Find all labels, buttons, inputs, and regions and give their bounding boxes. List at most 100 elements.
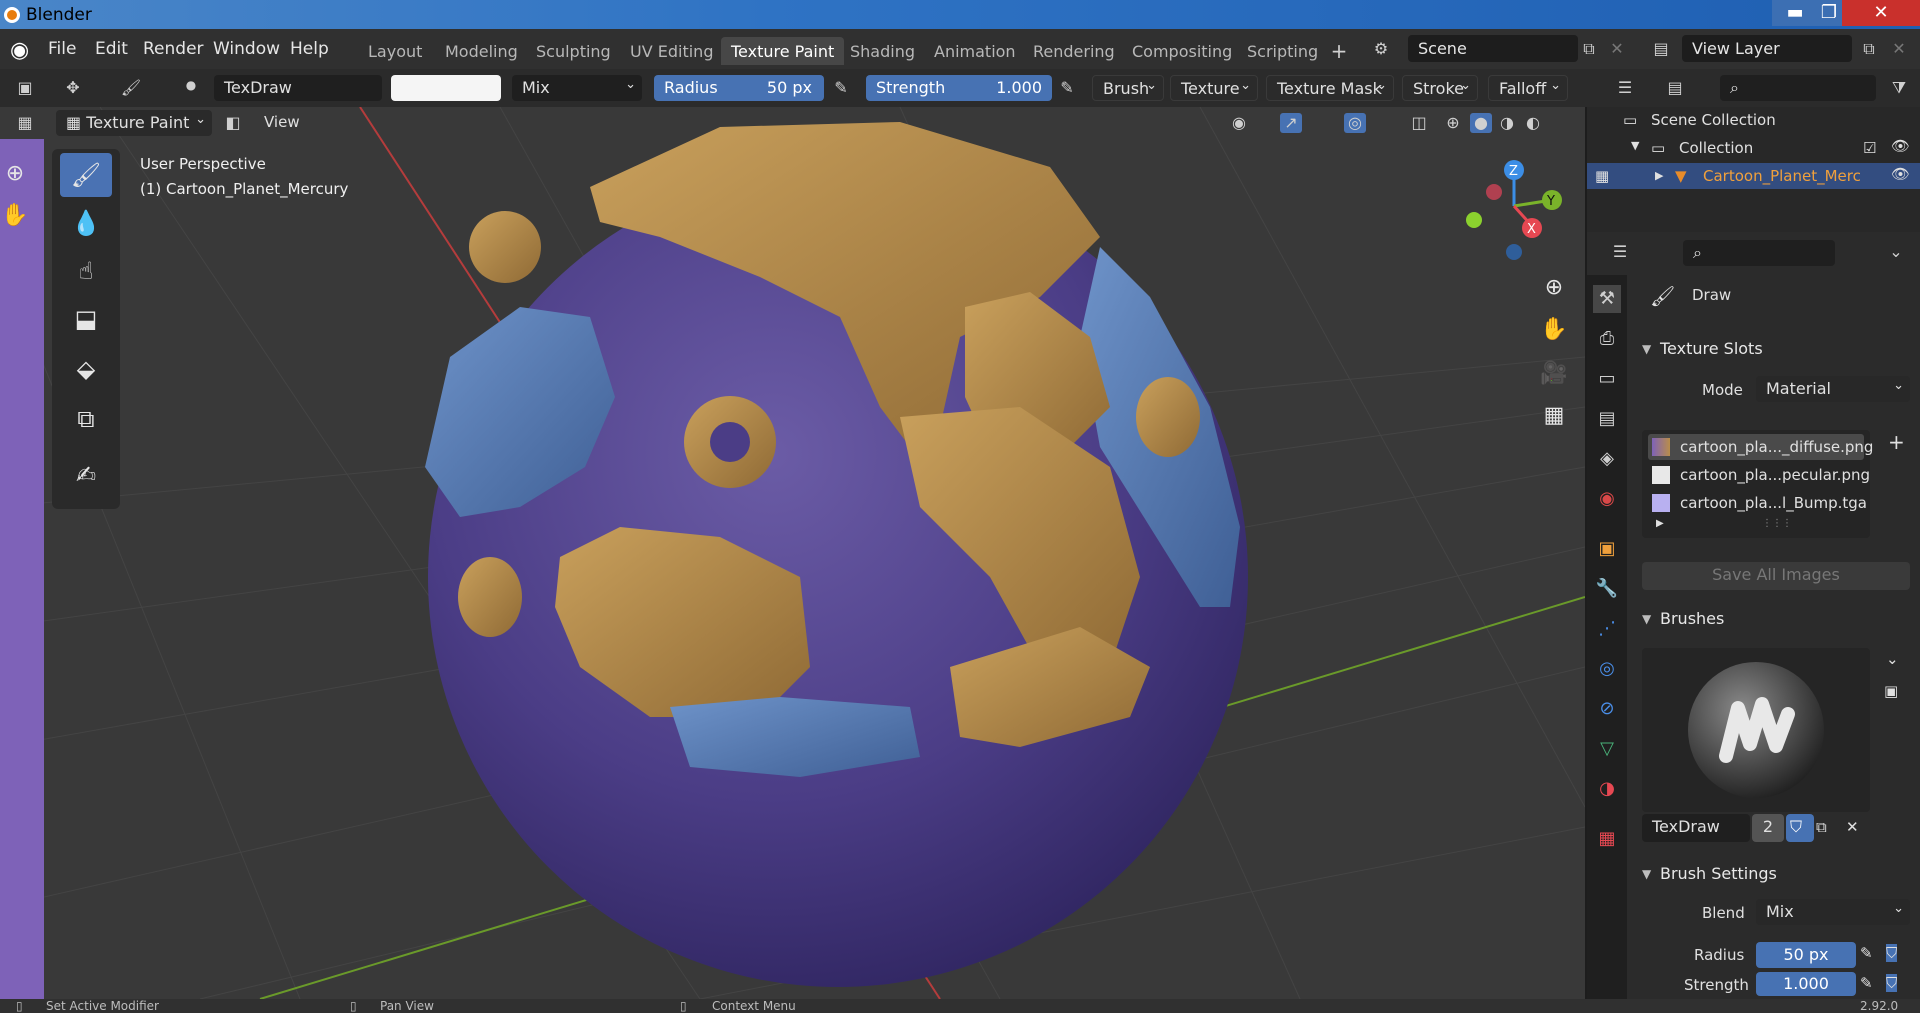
- output-tab-icon[interactable]: ▭: [1593, 365, 1621, 393]
- list-resize-handle[interactable]: ⋮⋮⋮: [1762, 518, 1792, 529]
- strength-pressure-icon[interactable]: ✎: [1056, 78, 1078, 98]
- texture-slot-item[interactable]: cartoon_pla...l_Bump.tga: [1648, 490, 1867, 516]
- physics-tab-icon[interactable]: ◎: [1593, 655, 1621, 683]
- tab-compositing[interactable]: Compositing: [1122, 37, 1242, 65]
- brush-color-swatch[interactable]: [391, 75, 501, 101]
- new-view-layer-icon[interactable]: ⧉: [1858, 39, 1880, 59]
- chevron-down-icon[interactable]: ⌄: [1885, 242, 1907, 262]
- mode-selector[interactable]: ▦ Texture Paint ⌄: [56, 110, 212, 136]
- delete-scene-icon[interactable]: ✕: [1606, 39, 1628, 59]
- tab-texture-paint[interactable]: Texture Paint: [721, 37, 845, 65]
- eye-icon[interactable]: 👁: [1891, 165, 1910, 183]
- radius-slider[interactable]: Radius 50 px: [654, 75, 824, 101]
- brushes-title[interactable]: Brushes: [1660, 609, 1724, 628]
- tab-uv-editing[interactable]: UV Editing: [620, 37, 723, 65]
- view-layer-selector-icon[interactable]: ▤: [1650, 39, 1672, 59]
- stroke-menu[interactable]: Stroke ⌄: [1402, 75, 1478, 101]
- ortho-grid-icon[interactable]: ▦: [1536, 398, 1572, 434]
- scene-name-field[interactable]: Scene: [1408, 35, 1578, 62]
- overlays-toggle-icon[interactable]: ◎: [1344, 113, 1366, 133]
- modifier-tab-icon[interactable]: 🔧: [1593, 575, 1621, 603]
- world-tab-icon[interactable]: ◉: [1593, 485, 1621, 513]
- exclude-checkbox-icon[interactable]: ☑: [1863, 139, 1876, 157]
- tab-scripting[interactable]: Scripting: [1237, 37, 1328, 65]
- collapse-triangle-icon[interactable]: ▼: [1642, 612, 1651, 626]
- material-tab-icon[interactable]: ◑: [1593, 775, 1621, 803]
- scene-selector-icon[interactable]: ⚙: [1370, 39, 1392, 59]
- clone-tool-icon[interactable]: ⬓: [60, 297, 112, 341]
- smear-tool-icon[interactable]: ☝: [60, 249, 112, 293]
- texture-tab-icon[interactable]: ▦: [1593, 825, 1621, 853]
- object-tab-icon[interactable]: ▣: [1593, 535, 1621, 563]
- outliner-row-selected[interactable]: ▦ ▶ ▼ Cartoon_Planet_Merc 👁: [1587, 163, 1920, 189]
- tool-mode-icon[interactable]: ✥: [62, 78, 84, 98]
- axis-gizmo[interactable]: Z Y X: [1456, 156, 1576, 266]
- outliner-collection[interactable]: Collection: [1679, 139, 1753, 157]
- expand-triangle-icon[interactable]: ▶: [1655, 169, 1663, 182]
- material-shading-icon[interactable]: ◑: [1496, 113, 1518, 133]
- tab-sculpting[interactable]: Sculpting: [526, 37, 621, 65]
- rendered-shading-icon[interactable]: ◐: [1522, 113, 1544, 133]
- mask-toggle-icon[interactable]: ◧: [222, 113, 244, 133]
- scene-tab-icon[interactable]: ◈: [1593, 445, 1621, 473]
- blend-dropdown[interactable]: Mix ⌄: [1756, 899, 1910, 925]
- display-mode-icon[interactable]: ▤: [1664, 78, 1686, 98]
- menu-render[interactable]: Render: [143, 39, 204, 59]
- radius-pressure-icon[interactable]: ✎: [1860, 944, 1873, 962]
- gizmo-toggle-icon[interactable]: ↗: [1280, 113, 1302, 133]
- fill-tool-icon[interactable]: ⬙: [60, 347, 112, 391]
- texture-slots-title[interactable]: Texture Slots: [1660, 339, 1763, 358]
- radius-unit-icon[interactable]: ⛉: [1886, 944, 1898, 962]
- tab-rendering[interactable]: Rendering: [1023, 37, 1125, 65]
- tab-layout[interactable]: Layout: [358, 37, 432, 65]
- strength-pressure-icon[interactable]: ✎: [1860, 974, 1873, 992]
- outliner-search-input[interactable]: ⌕: [1720, 75, 1876, 101]
- pan-hand-icon[interactable]: ✋: [1536, 312, 1572, 348]
- outliner-scene-collection[interactable]: Scene Collection: [1651, 111, 1776, 129]
- brush-menu[interactable]: Brush ⌄: [1092, 75, 1164, 101]
- falloff-menu[interactable]: Falloff ⌄: [1488, 75, 1568, 101]
- zoom-icon[interactable]: ⊕: [1536, 270, 1572, 306]
- xray-toggle-icon[interactable]: ◫: [1408, 113, 1430, 133]
- close-button[interactable]: ✕: [1842, 0, 1920, 26]
- properties-type-icon[interactable]: ☰: [1609, 242, 1631, 262]
- brush-image-icon[interactable]: ▣: [1884, 682, 1898, 700]
- collapse-triangle-icon[interactable]: ▼: [1642, 342, 1651, 356]
- particles-tab-icon[interactable]: ⋰: [1593, 615, 1621, 643]
- delete-view-layer-icon[interactable]: ✕: [1888, 39, 1910, 59]
- brush-preview[interactable]: [1642, 648, 1870, 812]
- filter-icon[interactable]: ⧩: [1888, 78, 1910, 98]
- expand-triangle-icon[interactable]: ▼: [1631, 139, 1639, 152]
- fake-user-shield-icon[interactable]: ⛉: [1786, 814, 1814, 842]
- data-tab-icon[interactable]: ▽: [1593, 735, 1621, 763]
- navigate-icon[interactable]: ⊕: [0, 156, 30, 192]
- collapse-triangle-icon[interactable]: ▼: [1642, 867, 1651, 881]
- strength-slider[interactable]: Strength 1.000: [866, 75, 1052, 101]
- tool-tab-icon[interactable]: ⚒: [1593, 285, 1621, 313]
- unlink-brush-icon[interactable]: ✕: [1846, 818, 1859, 836]
- texture-menu[interactable]: Texture ⌄: [1170, 75, 1258, 101]
- menu-file[interactable]: File: [48, 39, 76, 59]
- checker-icon[interactable]: ▦: [14, 113, 36, 133]
- outliner-object-name[interactable]: Cartoon_Planet_Merc: [1703, 167, 1861, 185]
- brush-users-count[interactable]: 2: [1752, 814, 1784, 842]
- constraints-tab-icon[interactable]: ⊘: [1593, 695, 1621, 723]
- render-tab-icon[interactable]: ⎙: [1593, 325, 1621, 353]
- solid-shading-icon[interactable]: ●: [1470, 113, 1492, 133]
- brush-name-field[interactable]: TexDraw: [1642, 814, 1750, 842]
- chevron-down-icon[interactable]: ⌄: [1886, 650, 1899, 668]
- eye-icon[interactable]: 👁: [1891, 137, 1910, 155]
- texture-slot-item[interactable]: cartoon_pla...pecular.png: [1648, 462, 1870, 488]
- view-layer-tab-icon[interactable]: ▤: [1593, 405, 1621, 433]
- wireframe-shading-icon[interactable]: ⊕: [1442, 113, 1464, 133]
- duplicate-brush-icon[interactable]: ⧉: [1816, 818, 1827, 836]
- 3d-viewport[interactable]: [0, 107, 1585, 999]
- strength-unit-icon[interactable]: ⛉: [1886, 974, 1898, 992]
- view-layer-field[interactable]: View Layer: [1682, 35, 1852, 62]
- mode-dropdown[interactable]: Material ⌄: [1756, 376, 1910, 402]
- radius-pressure-icon[interactable]: ✎: [830, 78, 852, 98]
- menu-help[interactable]: Help: [290, 39, 329, 59]
- draw-tool-icon[interactable]: 🖌: [60, 153, 112, 197]
- expand-triangle-icon[interactable]: ▶: [1656, 518, 1664, 529]
- mask-tool-icon[interactable]: ⧉: [60, 397, 112, 441]
